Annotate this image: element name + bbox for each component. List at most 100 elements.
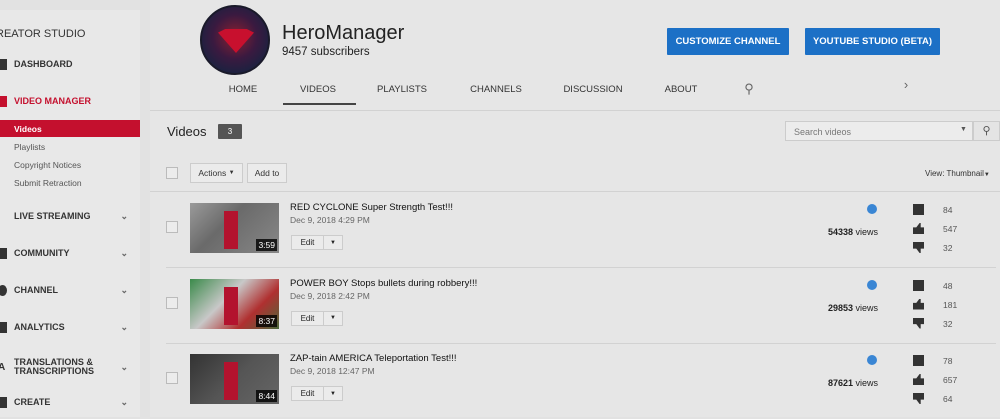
label: DASHBOARD <box>14 59 73 69</box>
chevron-down-icon: ⌄ <box>120 396 128 407</box>
row-checkbox[interactable] <box>166 372 178 384</box>
customize-channel-button[interactable]: CUSTOMIZE CHANNEL <box>667 28 789 55</box>
video-thumbnail[interactable]: 8:37 <box>190 278 279 329</box>
sidebar-sub-copyright[interactable]: Copyright Notices <box>0 156 140 173</box>
channel-avatar[interactable] <box>200 5 270 75</box>
row-checkbox[interactable] <box>166 221 178 233</box>
tab-about[interactable]: ABOUT <box>665 84 698 95</box>
tab-videos[interactable]: VIDEOS <box>300 84 336 95</box>
edit-button[interactable]: Edit <box>292 311 324 325</box>
caret-icon: ▼ <box>983 172 990 178</box>
search-dropdown-icon[interactable]: ▼ <box>960 126 967 133</box>
edit-button-group[interactable]: Edit ▼ <box>291 310 343 326</box>
thumbs-down-icon <box>913 242 924 253</box>
search-icon[interactable]: ⚲ <box>744 81 754 97</box>
sidebar-sub-playlists[interactable]: Playlists <box>0 138 140 155</box>
label: COMMUNITY <box>14 248 70 258</box>
table-row: 8:44 ZAP-tain AMERICA Teleportation Test… <box>150 343 1000 419</box>
caret-icon: ▼ <box>228 170 235 176</box>
sidebar-item-live-streaming[interactable]: LIVE STREAMING ⌄ <box>0 206 140 226</box>
subscriber-count: 9457 subscribers <box>282 46 370 58</box>
video-title[interactable]: ZAP-tain AMERICA Teleportation Test!!! <box>290 353 457 364</box>
comment-count: 78 <box>943 356 953 366</box>
views-number: 29853 <box>827 302 853 313</box>
edit-button-group[interactable]: Edit ▼ <box>291 235 343 250</box>
tab-discussion[interactable]: DISCUSSION <box>563 84 622 95</box>
add-to-button[interactable]: Add to <box>247 163 287 183</box>
comment-count: 84 <box>943 205 953 215</box>
like-count: 547 <box>943 224 958 234</box>
analytics-icon <box>0 321 7 333</box>
active-tab-underline <box>283 103 356 105</box>
video-duration: 8:37 <box>256 314 277 327</box>
video-thumbnail[interactable]: 8:44 <box>190 354 279 404</box>
view-selector[interactable]: View: Thumbnail▼ <box>925 169 990 178</box>
chevron-down-icon: ⌄ <box>120 284 128 295</box>
sidebar-item-translations[interactable]: A TRANSLATIONS & TRANSCRIPTIONS ⌄ <box>0 354 140 380</box>
video-duration: 8:44 <box>256 390 277 402</box>
edit-button-group[interactable]: Edit ▼ <box>291 386 343 401</box>
search-button[interactable]: ⚲ <box>973 121 1000 141</box>
thumbs-up-icon <box>913 298 924 310</box>
video-title[interactable]: POWER BOY Stops bullets during robbery!!… <box>290 278 477 289</box>
views-label: views <box>855 378 878 388</box>
tab-channels[interactable]: CHANNELS <box>470 84 522 95</box>
sidebar-item-dashboard[interactable]: DASHBOARD <box>0 54 140 74</box>
community-icon <box>0 247 7 259</box>
video-title[interactable]: RED CYCLONE Super Strength Test!!! <box>290 202 453 213</box>
youtube-studio-button[interactable]: YOUTUBE STUDIO (BETA) <box>805 28 940 55</box>
edit-button[interactable]: Edit <box>292 387 324 400</box>
video-thumbnail[interactable]: 3:59 <box>190 203 279 253</box>
tab-home[interactable]: HOME <box>229 84 258 95</box>
public-globe-icon <box>867 355 877 365</box>
hero-figure <box>224 211 238 249</box>
sidebar-item-video-manager[interactable]: VIDEO MANAGER <box>0 91 140 111</box>
table-row: 3:59 RED CYCLONE Super Strength Test!!! … <box>150 192 1000 268</box>
like-count: 657 <box>943 375 958 385</box>
edit-button[interactable]: Edit <box>292 236 324 249</box>
table-row: 8:37 POWER BOY Stops bullets during robb… <box>150 268 1000 344</box>
sidebar-item-analytics[interactable]: ANALYTICS ⌄ <box>0 317 140 337</box>
label: CHANNEL <box>14 285 58 295</box>
thumbs-down-icon <box>913 393 924 404</box>
edit-dropdown-icon[interactable]: ▼ <box>324 312 342 325</box>
chevron-down-icon: ⌄ <box>120 247 128 258</box>
views-label: views <box>855 227 878 237</box>
actions-dropdown[interactable]: Actions ▼ <box>190 163 243 183</box>
hero-figure <box>224 362 238 400</box>
divider <box>150 110 1000 111</box>
tab-playlists[interactable]: PLAYLISTS <box>377 84 427 95</box>
sidebar-sub-videos[interactable]: Videos <box>0 120 140 137</box>
thumbs-up-icon <box>913 223 924 234</box>
sidebar: REATOR STUDIO DASHBOARD VIDEO MANAGER Vi… <box>0 10 140 417</box>
search-videos-input[interactable]: Search videos <box>785 121 973 141</box>
select-all-checkbox[interactable] <box>166 167 178 179</box>
views-number: 87621 <box>827 378 853 388</box>
view-value: Thumbnail <box>946 169 984 178</box>
chevron-down-icon: ⌄ <box>120 321 128 332</box>
edit-dropdown-icon[interactable]: ▼ <box>324 236 342 249</box>
label: TRANSLATIONS & TRANSCRIPTIONS <box>14 357 95 376</box>
view-count: 54338 views <box>828 227 878 237</box>
chevron-down-icon: ⌄ <box>120 210 128 221</box>
sidebar-item-community[interactable]: COMMUNITY ⌄ <box>0 243 140 263</box>
video-date: Dec 9, 2018 4:29 PM <box>290 215 370 225</box>
view-count: 29853 views <box>828 303 878 313</box>
video-count-badge: 3 <box>218 124 242 139</box>
video-date: Dec 9, 2018 2:42 PM <box>290 290 370 301</box>
public-globe-icon <box>867 279 877 290</box>
sidebar-title: REATOR STUDIO <box>0 28 86 40</box>
label: VIDEO MANAGER <box>14 96 92 106</box>
comment-icon <box>913 355 924 366</box>
edit-dropdown-icon[interactable]: ▼ <box>324 387 342 400</box>
views-number: 54338 <box>827 227 853 237</box>
dashboard-icon <box>0 58 7 70</box>
row-checkbox[interactable] <box>166 296 178 309</box>
create-icon <box>0 396 7 408</box>
sidebar-sub-retraction[interactable]: Submit Retraction <box>0 174 140 191</box>
sidebar-item-channel[interactable]: CHANNEL ⌄ <box>0 280 140 300</box>
broadcast-icon <box>0 211 7 222</box>
chevron-right-icon[interactable]: › <box>904 77 908 92</box>
channel-icon <box>0 284 7 296</box>
sidebar-item-create[interactable]: CREATE ⌄ <box>0 392 140 412</box>
